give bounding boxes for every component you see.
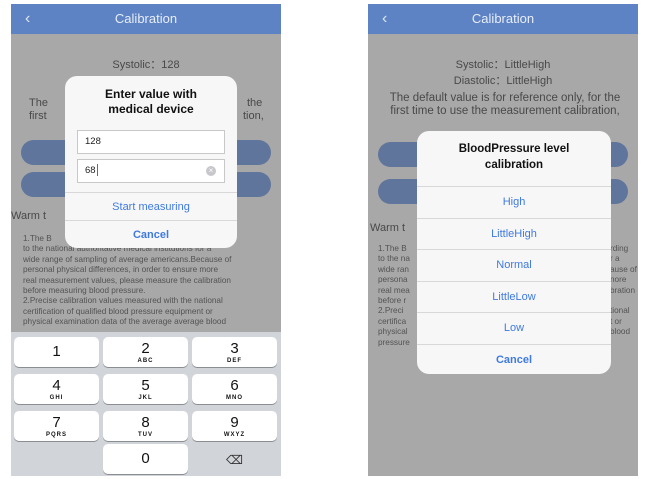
key-digit: 5 (141, 377, 150, 394)
key-letters: PQRS (45, 432, 67, 438)
key-digit: 0 (141, 450, 150, 467)
key-digit: 6 (230, 377, 239, 394)
option-high[interactable]: High (417, 186, 611, 218)
key-letters: GHI (49, 395, 64, 401)
back-icon[interactable]: ‹ (25, 4, 30, 34)
key-0[interactable]: 0 (103, 444, 188, 474)
key-digit: 1 (52, 343, 61, 360)
key-5[interactable]: 5 JKL (103, 374, 188, 404)
cancel-button[interactable]: Cancel (65, 220, 237, 248)
key-digit: 7 (52, 414, 61, 431)
key-letters: MNO (226, 395, 243, 401)
option-normal[interactable]: Normal (417, 249, 611, 281)
nav-bar: ‹ Calibration (368, 4, 638, 34)
back-icon[interactable]: ‹ (382, 4, 387, 34)
key-letters: DEF (227, 358, 242, 364)
key-7[interactable]: 7 PQRS (14, 411, 99, 441)
numeric-keypad: 1 2 ABC 3 DEF 4 GHI 5 JKL 6 MNO 7 PQRS 8… (11, 332, 281, 476)
key-3[interactable]: 3 DEF (192, 337, 277, 367)
diastolic-input[interactable]: 68 × (77, 159, 225, 183)
delete-icon: ⌫ (226, 453, 243, 467)
start-measuring-button[interactable]: Start measuring (65, 192, 237, 220)
delete-key[interactable]: ⌫ (192, 444, 277, 474)
option-low[interactable]: Low (417, 312, 611, 344)
key-digit: 4 (52, 377, 61, 394)
systolic-input-value: 128 (85, 136, 101, 147)
key-1[interactable]: 1 (14, 337, 99, 367)
key-digit: 2 (141, 340, 150, 357)
key-digit: 9 (230, 414, 239, 431)
key-9[interactable]: 9 WXYZ (192, 411, 277, 441)
key-letters: WXYZ (223, 432, 246, 438)
dialog-title: Enter value with medical device (65, 76, 237, 117)
option-littlelow[interactable]: LittleLow (417, 280, 611, 313)
key-digit: 3 (230, 340, 239, 357)
nav-bar: ‹ Calibration (11, 4, 281, 34)
dialog-title-line: Enter value with (104, 87, 198, 101)
key-letters: TUV (138, 432, 153, 438)
text-caret (96, 164, 98, 177)
key-6[interactable]: 6 MNO (192, 374, 277, 404)
left-phone-screen: ‹ Calibration Systolic：128 The first the… (11, 4, 281, 476)
picker-title-line: BloodPressure level (458, 143, 570, 155)
clear-icon[interactable]: × (206, 166, 216, 176)
key-digit: 8 (141, 414, 150, 431)
key-letters: JKL (138, 395, 153, 401)
systolic-input[interactable]: 128 (77, 130, 225, 154)
key-8[interactable]: 8 TUV (103, 411, 188, 441)
bp-level-picker: BloodPressure level calibration High Lit… (417, 131, 611, 374)
option-littlehigh[interactable]: LittleHigh (417, 217, 611, 250)
diastolic-input-value: 68 (85, 165, 96, 176)
picker-title-line: calibration (484, 159, 544, 171)
cancel-button[interactable]: Cancel (417, 344, 611, 374)
page-title: Calibration (471, 11, 535, 26)
key-letters: ABC (137, 358, 154, 364)
picker-title: BloodPressure level calibration (417, 131, 611, 186)
dialog-title-line: medical device (108, 102, 194, 116)
key-4[interactable]: 4 GHI (14, 374, 99, 404)
key-2[interactable]: 2 ABC (103, 337, 188, 367)
enter-value-dialog: Enter value with medical device 128 68 ×… (65, 76, 237, 248)
page-title: Calibration (114, 11, 178, 26)
right-phone-screen: ‹ Calibration Systolic：LittleHigh Diasto… (368, 4, 638, 476)
key-blank (14, 444, 99, 474)
